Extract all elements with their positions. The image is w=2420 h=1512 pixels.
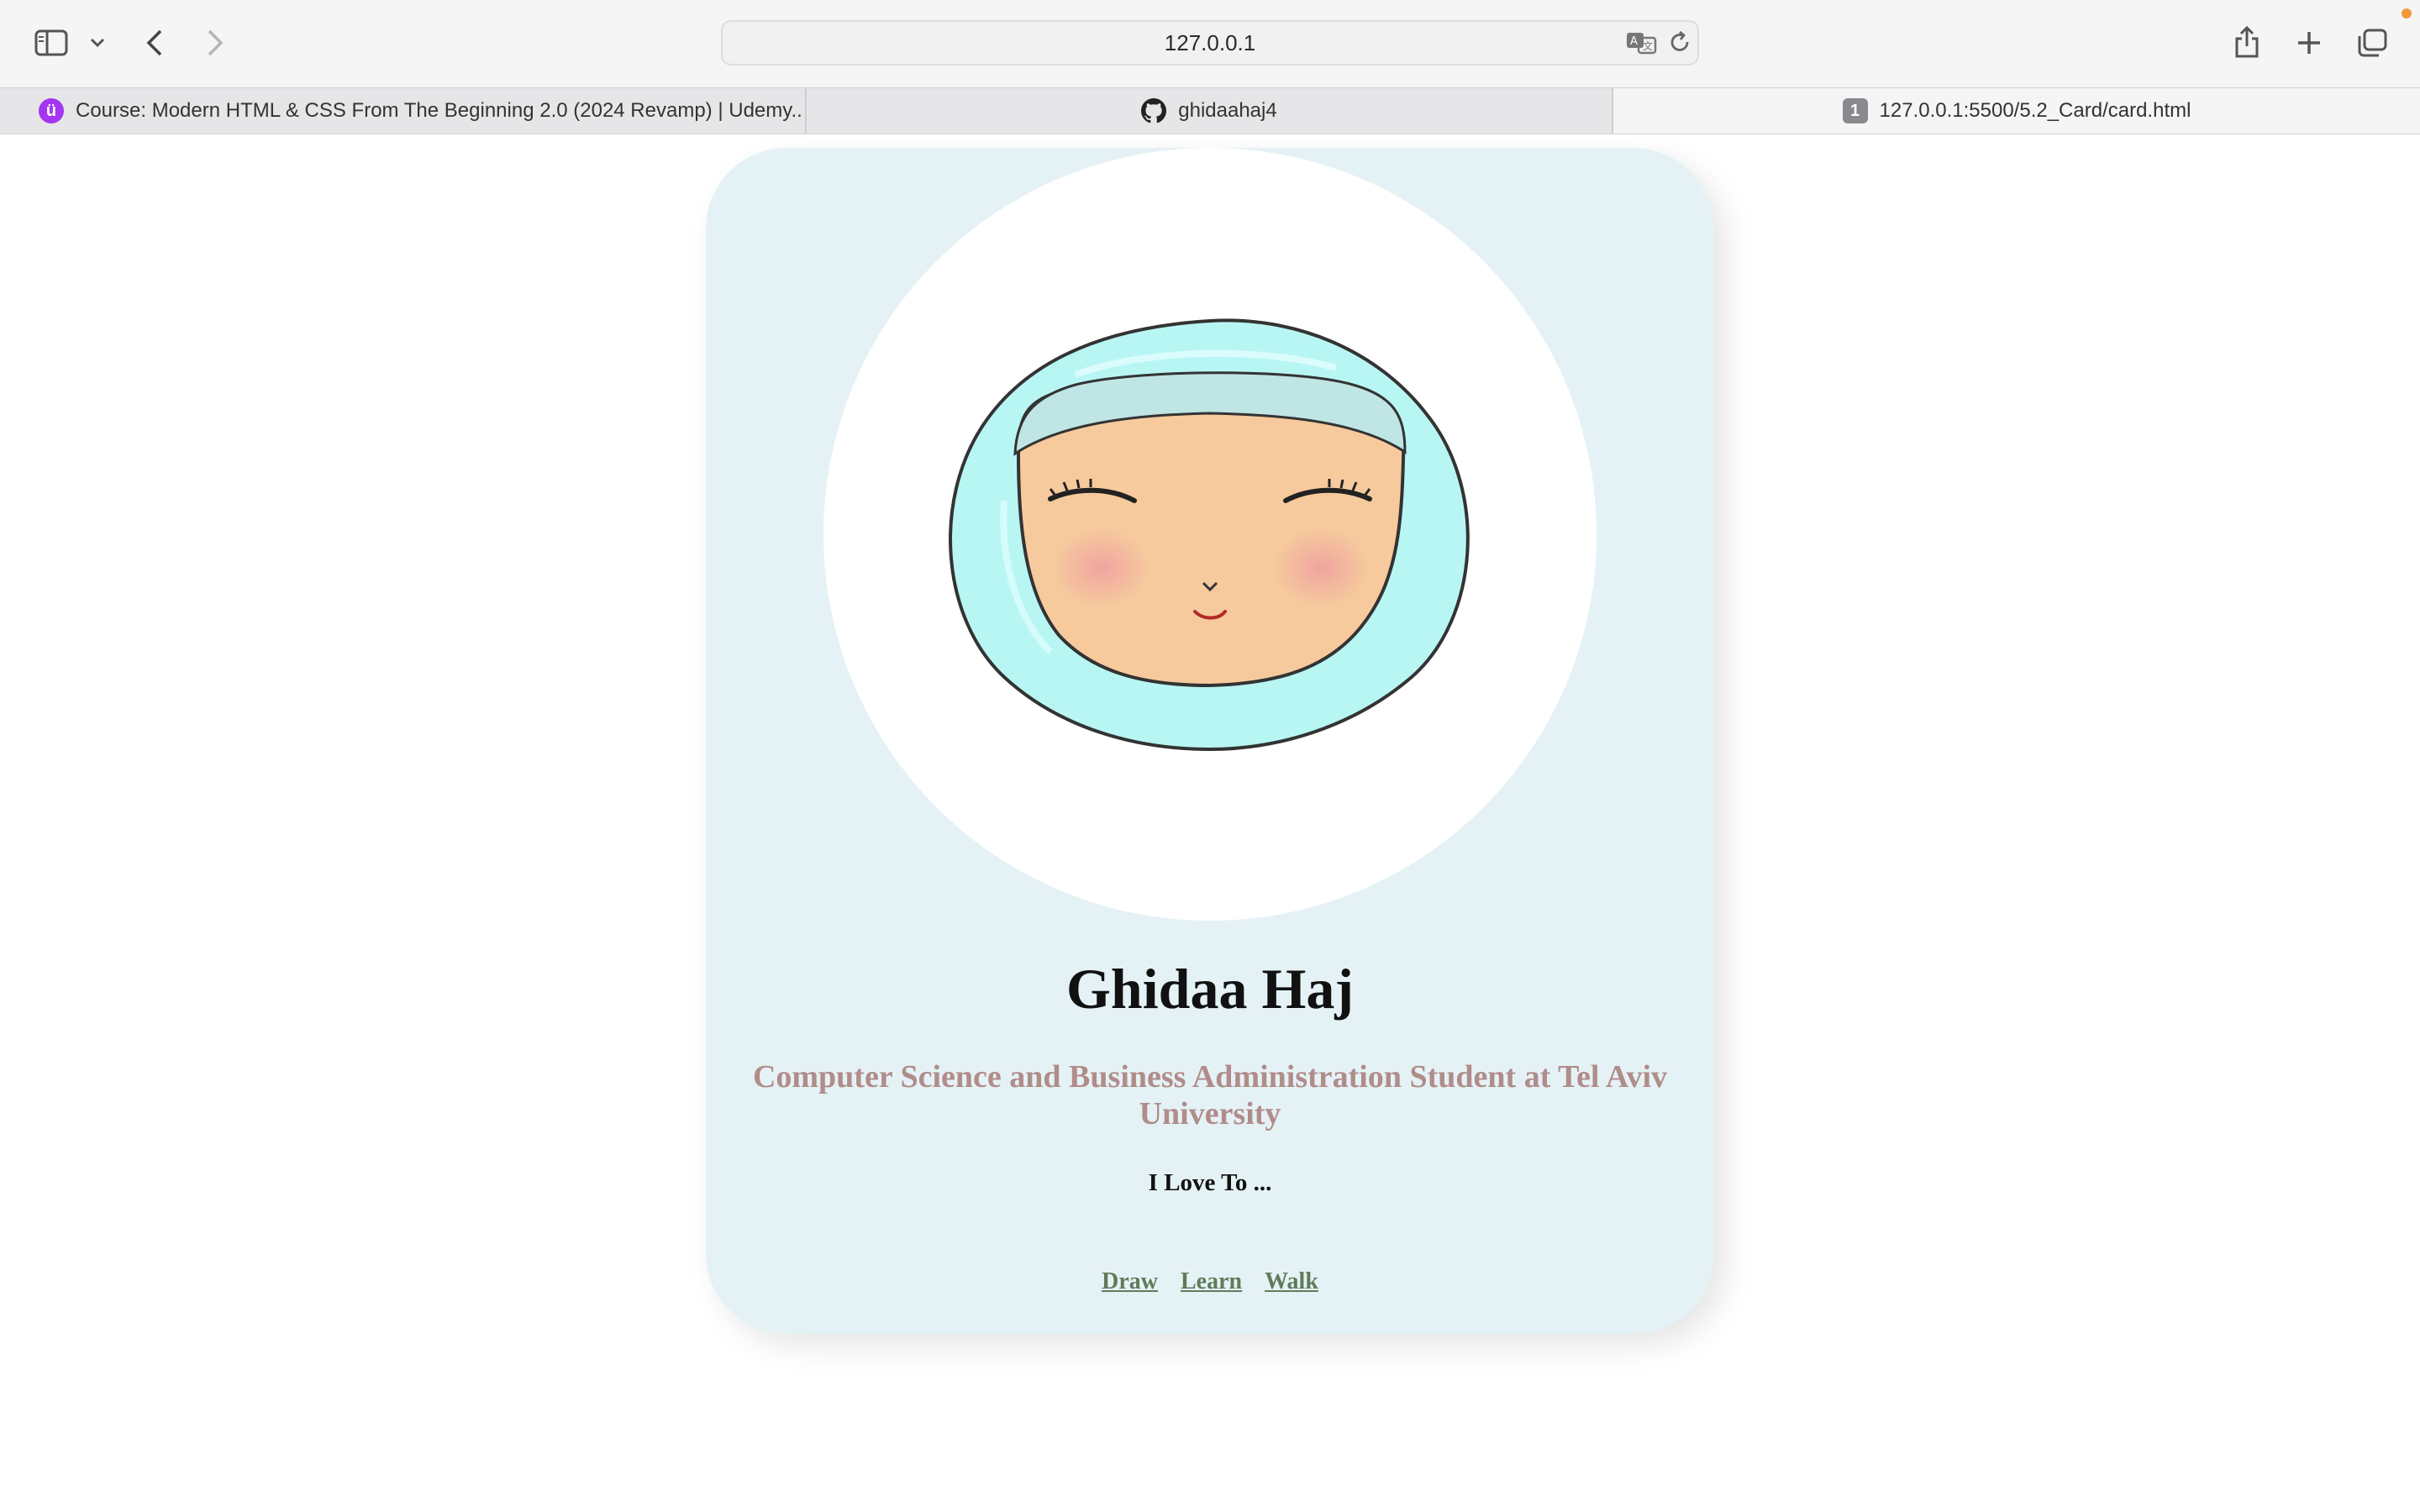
profile-subtitle: Computer Science and Business Administra… xyxy=(752,1059,1668,1131)
tab-title: Course: Modern HTML & CSS From The Begin… xyxy=(76,99,803,122)
notification-dot xyxy=(2402,8,2412,18)
new-tab-icon[interactable] xyxy=(2292,25,2326,60)
link-learn[interactable]: Learn xyxy=(1181,1268,1242,1294)
avatar xyxy=(823,148,1597,921)
page-number-icon: 1 xyxy=(1842,98,1868,123)
interest-links: Draw Learn Walk xyxy=(706,1268,1714,1295)
svg-text:A: A xyxy=(1630,35,1638,48)
link-walk[interactable]: Walk xyxy=(1265,1268,1318,1294)
tab-overview-icon[interactable] xyxy=(2354,25,2390,60)
tab-udemy[interactable]: ü Course: Modern HTML & CSS From The Beg… xyxy=(39,88,803,134)
svg-text:文: 文 xyxy=(1643,39,1653,52)
forward-arrow-icon[interactable] xyxy=(200,25,230,60)
github-icon xyxy=(1141,98,1167,123)
tab-bar: ü Course: Modern HTML & CSS From The Beg… xyxy=(0,87,2420,134)
address-text: 127.0.0.1 xyxy=(1164,29,1256,55)
tab-github[interactable]: ghidaahaj4 xyxy=(807,88,1612,134)
profile-card: Ghidaa Haj Computer Science and Business… xyxy=(706,148,1714,1334)
sidebar-toggle-icon[interactable] xyxy=(32,25,71,60)
chevron-down-icon[interactable] xyxy=(87,32,108,54)
reload-icon[interactable] xyxy=(1669,22,1692,64)
tab-title: ghidaahaj4 xyxy=(1178,99,1277,122)
link-draw[interactable]: Draw xyxy=(1102,1268,1158,1294)
share-icon[interactable] xyxy=(2230,22,2264,62)
avatar-illustration xyxy=(949,318,1470,752)
tab-card-html[interactable]: 1 127.0.0.1:5500/5.2_Card/card.html xyxy=(1613,88,2420,134)
tab-title: 127.0.0.1:5500/5.2_Card/card.html xyxy=(1879,99,2191,122)
interests-heading: I Love To ... xyxy=(1148,1169,1272,1196)
profile-name: Ghidaa Haj xyxy=(1066,957,1354,1021)
browser-toolbar: 127.0.0.1 A文 xyxy=(0,0,2420,87)
address-bar[interactable]: 127.0.0.1 A文 xyxy=(721,20,1699,66)
back-arrow-icon[interactable] xyxy=(139,25,170,60)
udemy-icon: ü xyxy=(39,98,64,123)
translate-icon[interactable]: A文 xyxy=(1625,22,1659,64)
